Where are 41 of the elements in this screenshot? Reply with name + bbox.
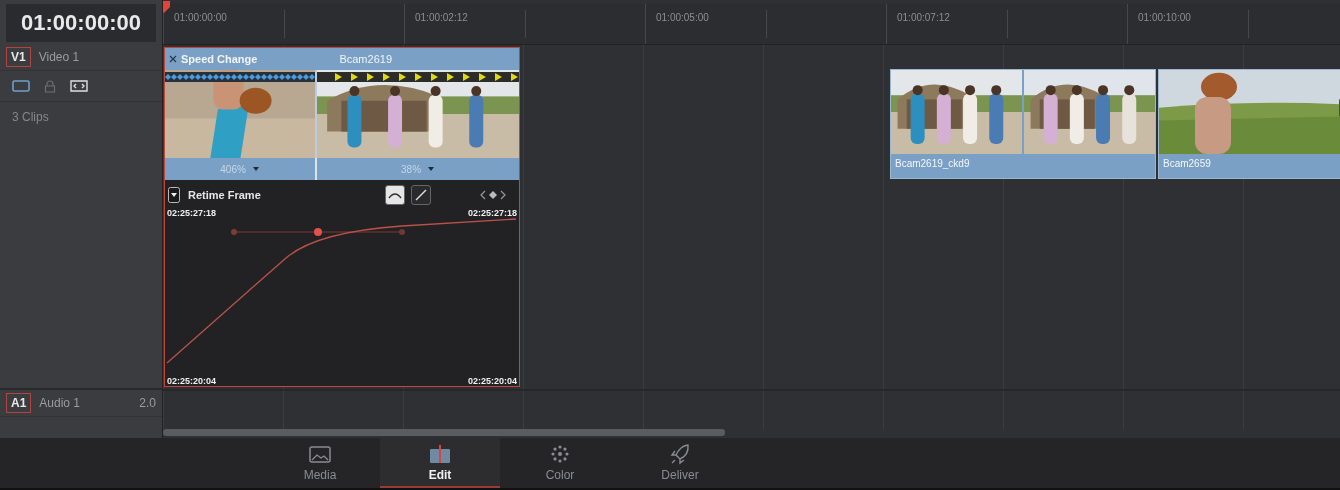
caret-icon[interactable] — [251, 166, 260, 172]
monitor-icon[interactable] — [12, 80, 30, 92]
channel-format: 2.0 — [139, 396, 156, 410]
close-icon[interactable] — [169, 55, 177, 63]
timecode-label: 02:25:27:18 — [167, 208, 217, 218]
timecode: 01:00:00:00 — [6, 4, 156, 42]
speed-ramp-clip[interactable]: Speed Change Bcam2619 406% 38% Retime Frame 02:25:27:18 02:25:27:18 02:25:20:04 02:25:20:04 — [164, 47, 520, 387]
track-name: Video 1 — [38, 50, 80, 64]
page-tab[interactable]: Media — [260, 438, 380, 488]
page-tab[interactable]: Edit — [380, 438, 500, 488]
timeline-clip[interactable]: Bcam2659 — [1158, 69, 1340, 179]
clip-name: Bcam2659 — [1162, 157, 1212, 171]
timecode-label: 02:25:27:18 — [467, 208, 517, 218]
ruler-timecode: 01:00:05:00 — [656, 12, 709, 23]
timecode-label: 02:25:20:04 — [167, 376, 217, 386]
ruler-timecode: 01:00:10:00 — [1138, 12, 1191, 23]
linear-curve-button[interactable] — [410, 185, 431, 205]
ruler-timecode: 01:00:00:00 — [174, 12, 227, 23]
timeline-icon — [428, 442, 452, 465]
clip-mode-icon[interactable] — [70, 80, 88, 92]
track-name: Audio 1 — [39, 396, 81, 410]
track-badge[interactable]: A1 — [6, 393, 32, 413]
clip-count: 3 Clips — [11, 109, 50, 126]
caret-icon[interactable] — [427, 166, 436, 172]
effect-title: Speed Change — [181, 53, 258, 65]
dropdown-icon[interactable] — [168, 187, 180, 203]
page-tab[interactable]: Color — [500, 438, 620, 488]
timecode-label: 02:25:20:04 — [467, 376, 517, 386]
scrollbar[interactable] — [163, 429, 725, 436]
line-icon — [413, 188, 428, 202]
keyframe-nav-icon[interactable] — [480, 190, 506, 200]
clip-name: Bcam2619 — [339, 53, 392, 65]
clip-name: Bcam2619_ckd9 — [894, 157, 971, 171]
timeline-clip[interactable]: Bcam2619_ckd9 — [890, 69, 1156, 179]
smooth-curve-button[interactable] — [384, 185, 405, 205]
retime-label: Retime Frame — [188, 189, 261, 201]
track-badge[interactable]: V1 — [6, 47, 31, 67]
ruler-timecode: 01:00:07:12 — [897, 12, 950, 23]
rocket-icon — [668, 442, 692, 465]
page-tab[interactable]: Deliver — [620, 438, 740, 488]
ruler-timecode: 01:00:02:12 — [415, 12, 468, 23]
